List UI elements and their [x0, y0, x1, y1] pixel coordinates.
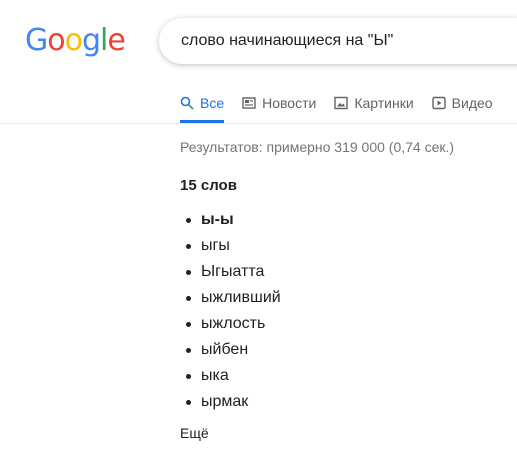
search-icon	[180, 96, 194, 110]
word-text: ыгы	[201, 237, 230, 254]
images-icon	[334, 96, 349, 110]
tab-images[interactable]: Картинки	[334, 92, 414, 121]
logo-letter: g	[81, 23, 101, 58]
results-heading: 15 слов	[180, 177, 237, 194]
list-item: ыка	[180, 363, 281, 389]
word-text: ыжливший	[201, 289, 281, 306]
list-item: ы-ы	[180, 207, 281, 233]
logo-letter: G	[25, 23, 48, 58]
search-tabs: Все Новости Картинки Видео	[180, 92, 511, 124]
word-list: ы-ы ыгы Ыгыатта ыжливший ыжлость ыйбен ы…	[180, 207, 281, 415]
list-item: ыйбен	[180, 337, 281, 363]
tab-label: Все	[200, 95, 225, 111]
word-text: Ыгыатта	[201, 263, 265, 280]
bullet-icon	[186, 321, 191, 327]
bullet-icon	[186, 269, 191, 275]
logo-letter: e	[107, 23, 125, 58]
video-icon	[431, 96, 446, 110]
word-text: ыжлость	[201, 315, 266, 332]
word-text: ы-ы	[201, 211, 234, 228]
bullet-icon	[186, 243, 191, 249]
bullet-icon	[186, 373, 191, 379]
list-item: ыжливший	[180, 285, 281, 311]
logo-letter: o	[64, 23, 83, 58]
bullet-icon	[186, 217, 191, 223]
bullet-icon	[186, 347, 191, 353]
word-text: ыйбен	[201, 341, 249, 358]
tab-label: Видео	[451, 95, 493, 111]
logo-letter: l	[100, 23, 108, 58]
result-stats: Результатов: примерно 319 000 (0,74 сек.…	[180, 139, 455, 155]
list-item: Ыгыатта	[180, 259, 281, 285]
list-item: ыгы	[180, 233, 281, 259]
news-icon	[242, 97, 256, 109]
logo-letter: o	[47, 23, 65, 58]
list-item: ыжлость	[180, 311, 281, 337]
word-text: ыка	[201, 367, 229, 384]
search-input[interactable]	[181, 32, 511, 50]
word-text: ырмак	[201, 393, 249, 410]
tab-all[interactable]: Все	[180, 92, 225, 123]
bullet-icon	[186, 399, 191, 405]
tabs-divider	[0, 123, 517, 124]
bullet-icon	[186, 295, 191, 301]
list-item: ырмак	[180, 389, 281, 415]
tab-label: Картинки	[354, 95, 414, 111]
more-link[interactable]: Ещё	[180, 425, 209, 441]
tab-label: Новости	[262, 95, 317, 111]
tab-video[interactable]: Видео	[431, 92, 493, 121]
search-box[interactable]	[159, 18, 517, 64]
google-logo[interactable]: G o o g l e	[25, 23, 126, 58]
tab-news[interactable]: Новости	[242, 92, 316, 121]
